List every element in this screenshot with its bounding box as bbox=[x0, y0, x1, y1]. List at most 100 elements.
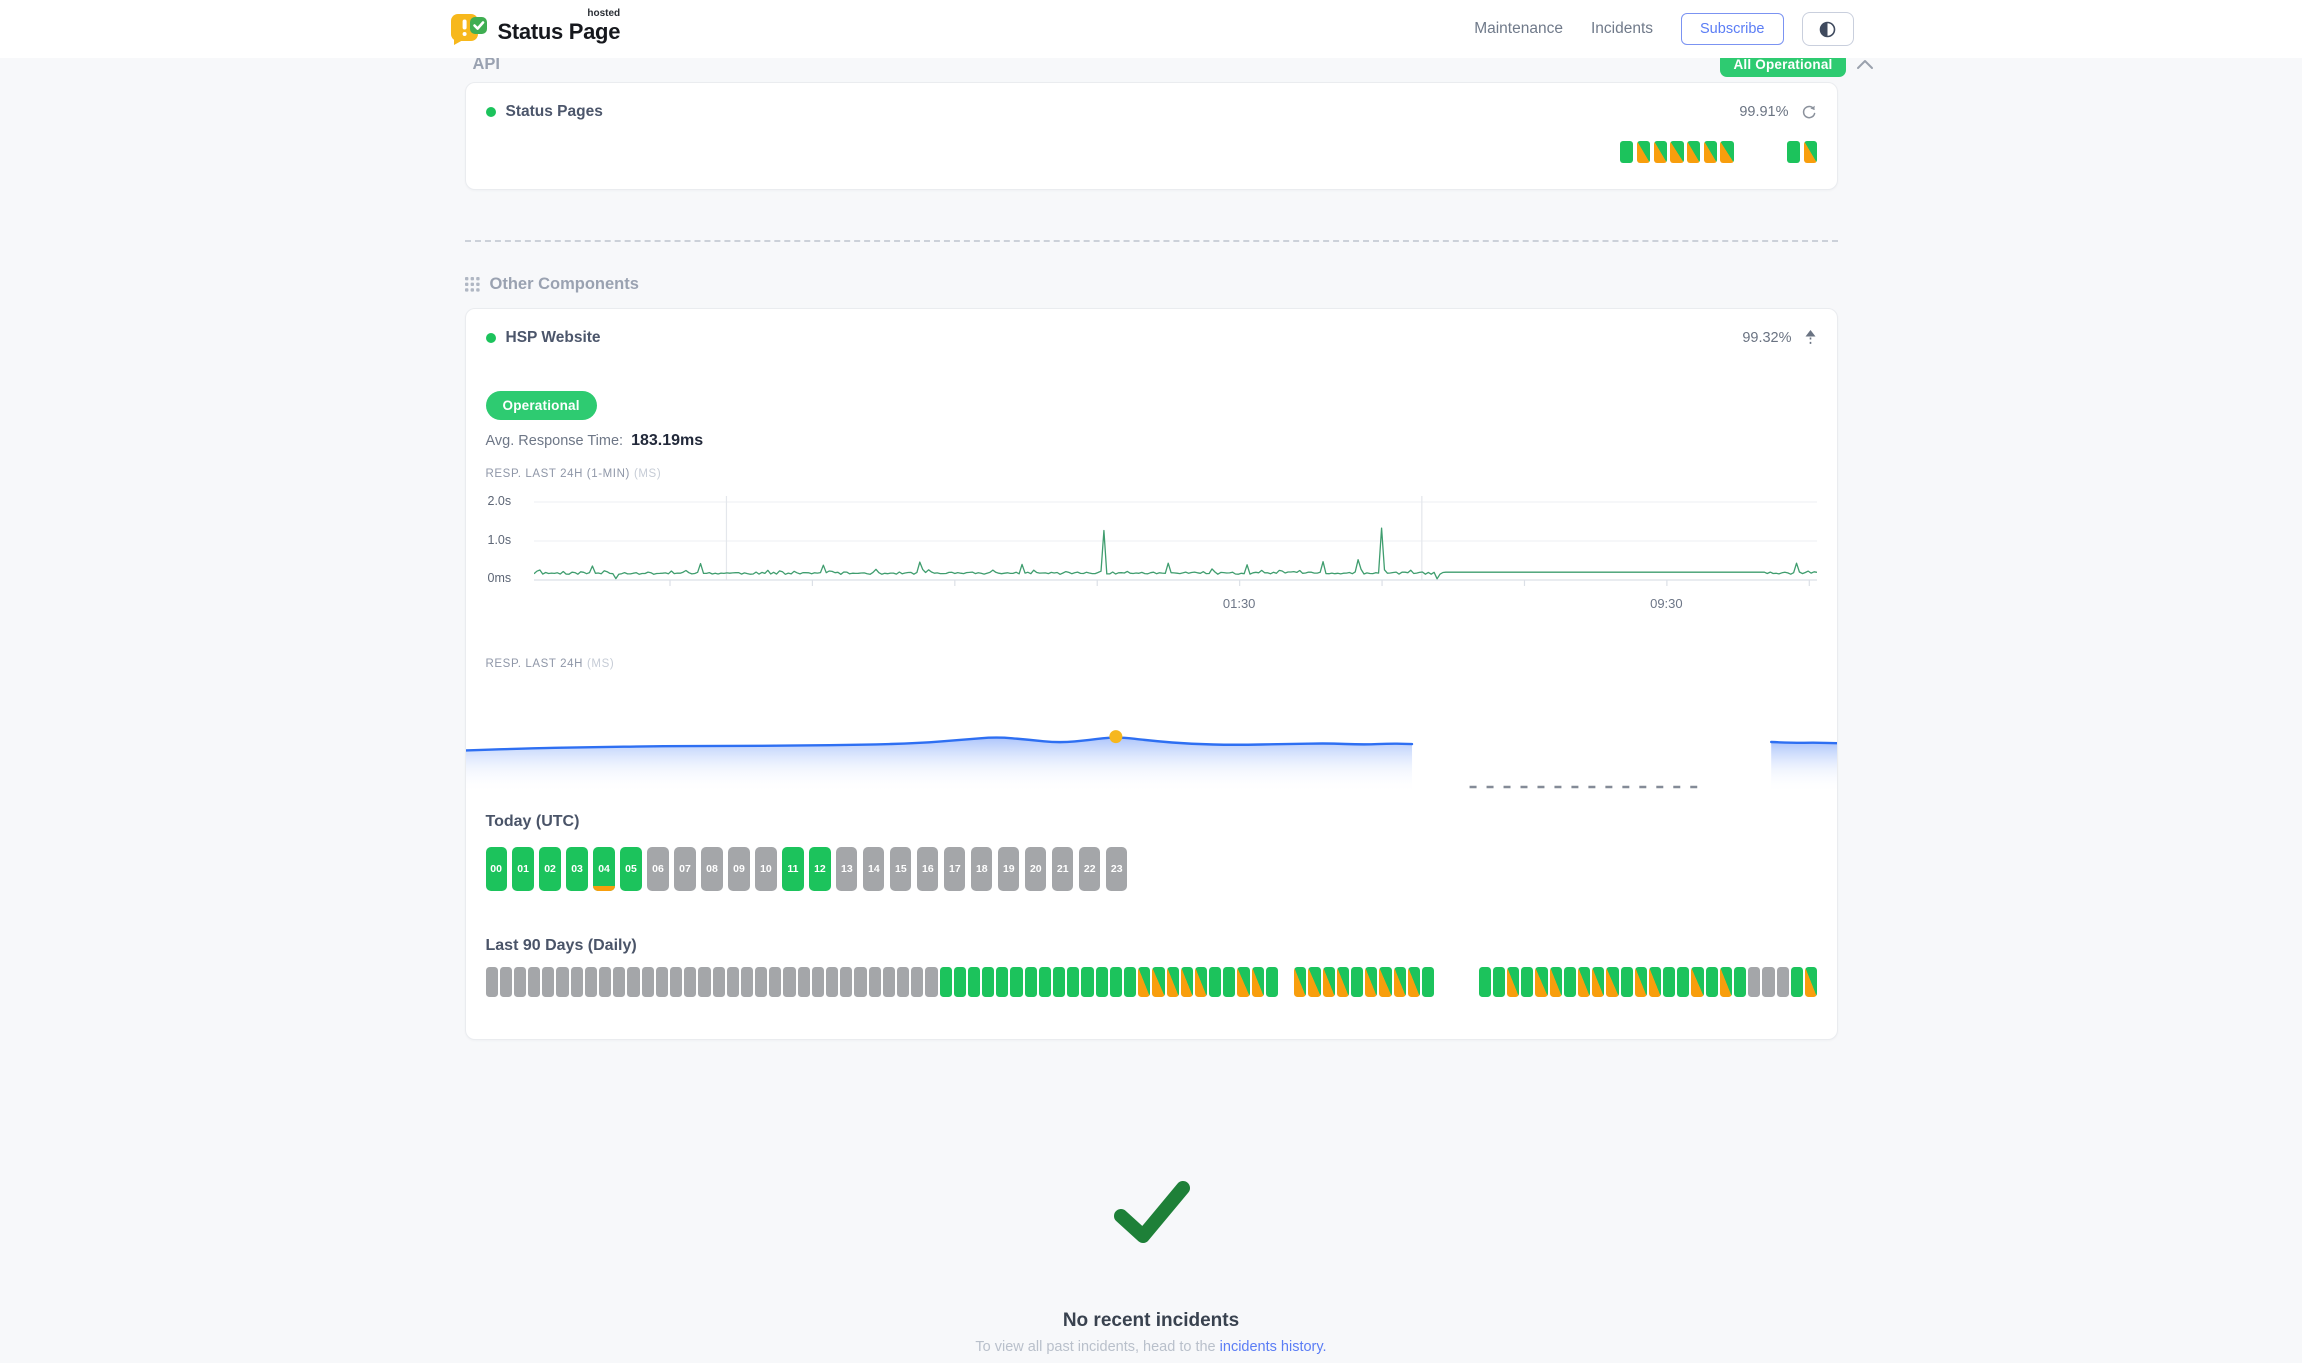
uptime-bar[interactable] bbox=[569, 141, 582, 163]
uptime-bar[interactable] bbox=[769, 967, 781, 997]
uptime-bar[interactable] bbox=[486, 967, 498, 997]
uptime-bar[interactable] bbox=[1081, 967, 1093, 997]
uptime-bar[interactable] bbox=[903, 141, 916, 163]
uptime-bar[interactable] bbox=[1220, 141, 1233, 163]
hour-block[interactable]: 16 bbox=[917, 847, 938, 891]
uptime-bar[interactable] bbox=[585, 967, 597, 997]
uptime-bar[interactable] bbox=[1379, 967, 1391, 997]
hour-block[interactable]: 09 bbox=[728, 847, 749, 891]
uptime-bar[interactable] bbox=[1507, 967, 1519, 997]
uptime-bar[interactable] bbox=[1479, 967, 1491, 997]
uptime-bar[interactable] bbox=[1036, 141, 1049, 163]
uptime-bar[interactable] bbox=[1294, 967, 1306, 997]
uptime-bar[interactable] bbox=[1554, 141, 1567, 163]
hour-block[interactable]: 23 bbox=[1106, 847, 1127, 891]
chevron-up-icon[interactable] bbox=[1856, 59, 1874, 70]
uptime-bar[interactable] bbox=[1303, 141, 1316, 163]
uptime-bar[interactable] bbox=[1323, 967, 1335, 997]
uptime-bar[interactable] bbox=[556, 967, 568, 997]
uptime-bar[interactable] bbox=[1308, 967, 1320, 997]
uptime-bar[interactable] bbox=[1203, 141, 1216, 163]
uptime-bar[interactable] bbox=[1096, 967, 1108, 997]
uptime-bar[interactable] bbox=[1280, 967, 1292, 997]
uptime-bar[interactable] bbox=[783, 967, 795, 997]
uptime-bar[interactable] bbox=[542, 967, 554, 997]
uptime-bar[interactable] bbox=[1152, 967, 1164, 997]
uptime-bar[interactable] bbox=[1762, 967, 1774, 997]
response-line-chart[interactable] bbox=[534, 492, 1817, 592]
hour-block[interactable]: 18 bbox=[971, 847, 992, 891]
uptime-bar[interactable] bbox=[883, 967, 895, 997]
uptime-bar[interactable] bbox=[1487, 141, 1500, 163]
uptime-bar[interactable] bbox=[1734, 967, 1746, 997]
uptime-bar[interactable] bbox=[1003, 141, 1016, 163]
uptime-bar[interactable] bbox=[869, 141, 882, 163]
hour-block[interactable]: 01 bbox=[512, 847, 533, 891]
uptime-bar[interactable] bbox=[486, 141, 499, 163]
uptime-bar[interactable] bbox=[1422, 967, 1434, 997]
uptime-bar[interactable] bbox=[1470, 141, 1483, 163]
status-page-logo[interactable]: hosted Status Page bbox=[449, 11, 621, 47]
incidents-history-link[interactable]: incidents history bbox=[1220, 1339, 1323, 1355]
uptime-bar[interactable] bbox=[954, 967, 966, 997]
hour-block[interactable]: 00 bbox=[486, 847, 507, 891]
uptime-bar[interactable] bbox=[769, 141, 782, 163]
uptime-bar[interactable] bbox=[1266, 967, 1278, 997]
hour-block[interactable]: 15 bbox=[890, 847, 911, 891]
uptime-bar[interactable] bbox=[1170, 141, 1183, 163]
uptime-bar[interactable] bbox=[536, 141, 549, 163]
uptime-bar[interactable] bbox=[727, 967, 739, 997]
uptime-bar[interactable] bbox=[1570, 141, 1583, 163]
uptime-bar[interactable] bbox=[1564, 967, 1576, 997]
uptime-bar[interactable] bbox=[736, 141, 749, 163]
uptime-bar[interactable] bbox=[953, 141, 966, 163]
uptime-bar[interactable] bbox=[1464, 967, 1476, 997]
hour-block[interactable]: 05 bbox=[620, 847, 641, 891]
hour-block[interactable]: 12 bbox=[809, 847, 830, 891]
uptime-bar[interactable] bbox=[719, 141, 732, 163]
uptime-bar[interactable] bbox=[1167, 967, 1179, 997]
uptime-bar[interactable] bbox=[869, 967, 881, 997]
uptime-bar[interactable] bbox=[1649, 967, 1661, 997]
uptime-bar[interactable] bbox=[854, 967, 866, 997]
uptime-bar[interactable] bbox=[1086, 141, 1099, 163]
hour-block[interactable]: 06 bbox=[647, 847, 668, 891]
uptime-bar[interactable] bbox=[627, 967, 639, 997]
uptime-bar[interactable] bbox=[1403, 141, 1416, 163]
uptime-bar[interactable] bbox=[1604, 141, 1617, 163]
uptime-bar[interactable] bbox=[1124, 967, 1136, 997]
uptime-bar[interactable] bbox=[642, 967, 654, 997]
uptime-bar[interactable] bbox=[786, 141, 799, 163]
uptime-bar[interactable] bbox=[803, 141, 816, 163]
uptime-bar[interactable] bbox=[619, 141, 632, 163]
uptime-bar[interactable] bbox=[1181, 967, 1193, 997]
uptime-bar[interactable] bbox=[1791, 967, 1803, 997]
uptime-bar[interactable] bbox=[1110, 967, 1122, 997]
uptime-bar[interactable] bbox=[819, 141, 832, 163]
hour-block[interactable]: 02 bbox=[539, 847, 560, 891]
uptime-bar[interactable] bbox=[684, 967, 696, 997]
hour-block[interactable]: 03 bbox=[566, 847, 587, 891]
uptime-bar[interactable] bbox=[1535, 967, 1547, 997]
uptime-bar[interactable] bbox=[1287, 141, 1300, 163]
uptime-bar[interactable] bbox=[1677, 967, 1689, 997]
uptime-bar[interactable] bbox=[1606, 967, 1618, 997]
uptime-bar[interactable] bbox=[1635, 967, 1647, 997]
uptime-bar[interactable] bbox=[1550, 967, 1562, 997]
uptime-bar[interactable] bbox=[1450, 967, 1462, 997]
uptime-bar[interactable] bbox=[1053, 967, 1065, 997]
uptime-bar[interactable] bbox=[698, 967, 710, 997]
uptime-bar[interactable] bbox=[853, 141, 866, 163]
uptime-bar[interactable] bbox=[1587, 141, 1600, 163]
uptime-bar[interactable] bbox=[1436, 967, 1448, 997]
nav-maintenance[interactable]: Maintenance bbox=[1474, 20, 1563, 38]
uptime-bar[interactable] bbox=[940, 967, 952, 997]
uptime-bar[interactable] bbox=[969, 141, 982, 163]
uptime-bar[interactable] bbox=[919, 141, 932, 163]
uptime-bar[interactable] bbox=[1320, 141, 1333, 163]
uptime-bar[interactable] bbox=[1053, 141, 1066, 163]
uptime-bar[interactable] bbox=[798, 967, 810, 997]
hour-block[interactable]: 19 bbox=[998, 847, 1019, 891]
uptime-bar[interactable] bbox=[1503, 141, 1516, 163]
uptime-bar[interactable] bbox=[1777, 967, 1789, 997]
